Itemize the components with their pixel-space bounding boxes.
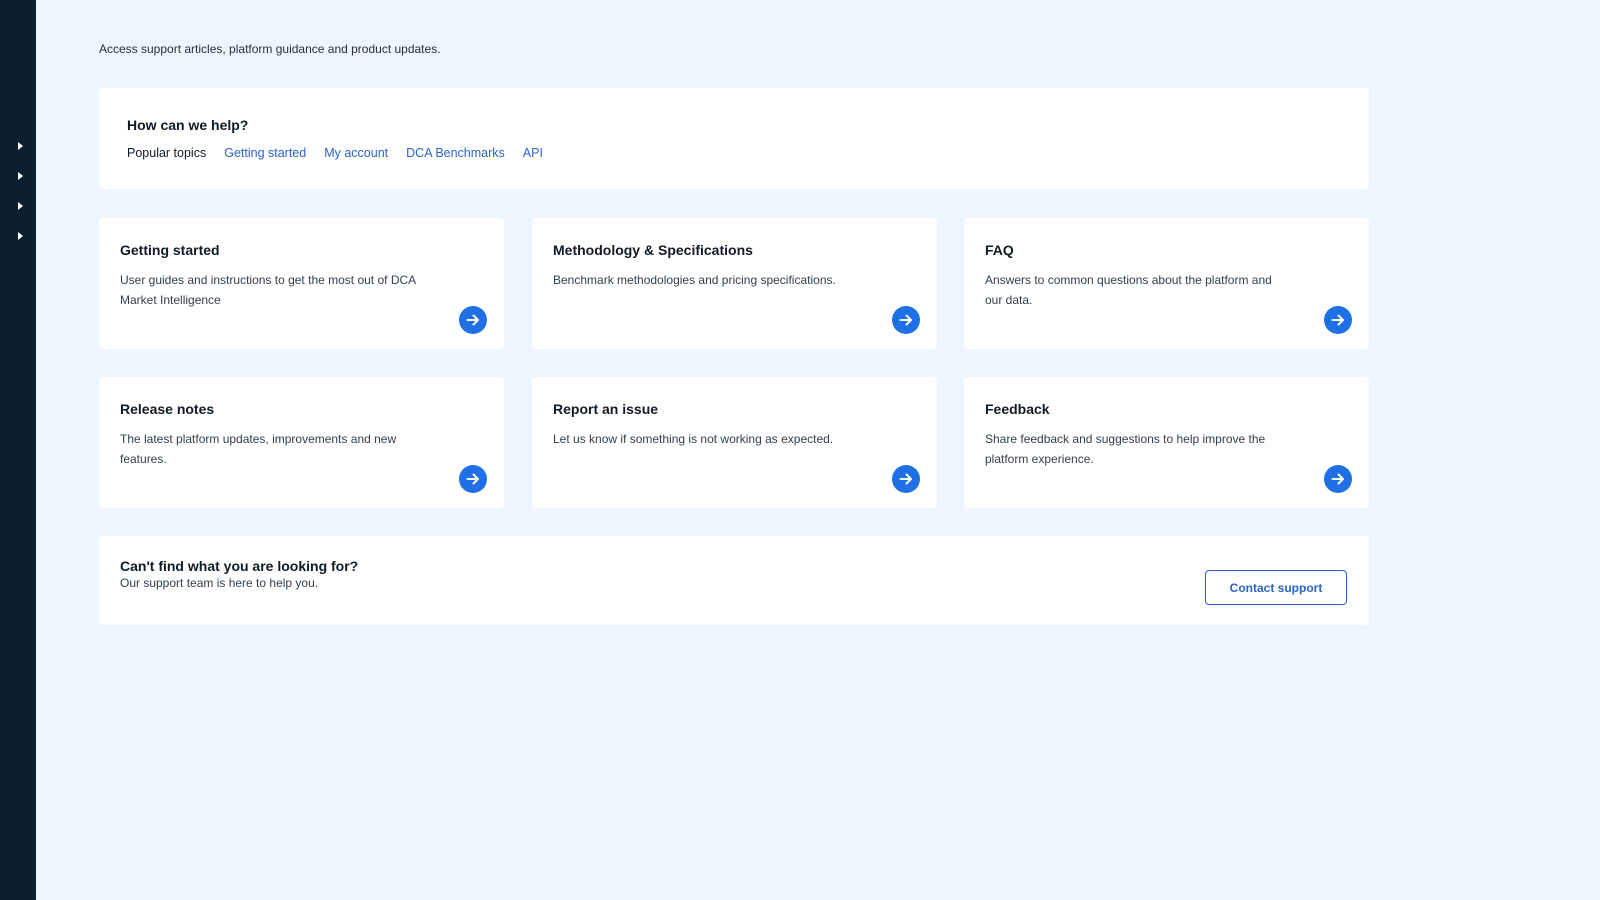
card-methodology-specifications[interactable]: Methodology & Specifications Benchmark m… bbox=[532, 218, 937, 349]
card-description: Answers to common questions about the pl… bbox=[985, 273, 1272, 307]
topic-link-api[interactable]: API bbox=[523, 146, 543, 160]
card-feedback[interactable]: Feedback Share feedback and suggestions … bbox=[964, 377, 1369, 508]
caret-right-icon bbox=[17, 202, 23, 210]
card-report-an-issue[interactable]: Report an issue Let us know if something… bbox=[532, 377, 937, 508]
card-title: Release notes bbox=[120, 401, 215, 417]
page-intro-text: Access support articles, platform guidan… bbox=[99, 42, 441, 56]
card-description: User guides and instructions to get the … bbox=[120, 273, 416, 307]
contact-support-panel: Can't find what you are looking for? Our… bbox=[99, 536, 1369, 625]
popular-topics: Popular topics Getting started My accoun… bbox=[127, 146, 543, 160]
arrow-right-icon[interactable] bbox=[892, 306, 920, 334]
card-title: Feedback bbox=[985, 401, 1050, 417]
arrow-right-icon[interactable] bbox=[459, 465, 487, 493]
sidebar-expand-item-4[interactable] bbox=[0, 224, 36, 248]
card-description: Benchmark methodologies and pricing spec… bbox=[553, 273, 836, 287]
card-release-notes[interactable]: Release notes The latest platform update… bbox=[99, 377, 504, 508]
card-description: Share feedback and suggestions to help i… bbox=[985, 432, 1266, 466]
card-faq[interactable]: FAQ Answers to common questions about th… bbox=[964, 218, 1369, 349]
sidebar bbox=[0, 0, 36, 900]
caret-right-icon bbox=[17, 172, 23, 180]
card-title: Getting started bbox=[120, 242, 220, 258]
topic-link-my-account[interactable]: My account bbox=[324, 146, 388, 160]
sidebar-expand-item-2[interactable] bbox=[0, 164, 36, 188]
arrow-right-icon[interactable] bbox=[459, 306, 487, 334]
arrow-right-icon[interactable] bbox=[1324, 465, 1352, 493]
sidebar-expand-item-1[interactable] bbox=[0, 134, 36, 158]
contact-panel-subtitle: Our support team is here to help you. bbox=[120, 576, 319, 590]
card-description: Let us know if something is not working … bbox=[553, 432, 834, 446]
help-search-panel: How can we help? Popular topics Getting … bbox=[99, 88, 1369, 189]
arrow-right-icon[interactable] bbox=[892, 465, 920, 493]
main-content: Access support articles, platform guidan… bbox=[99, 0, 1369, 900]
topic-link-getting-started[interactable]: Getting started bbox=[224, 146, 306, 160]
topic-link-dca-benchmarks[interactable]: DCA Benchmarks bbox=[406, 146, 505, 160]
arrow-right-icon[interactable] bbox=[1324, 306, 1352, 334]
card-getting-started[interactable]: Getting started User guides and instruct… bbox=[99, 218, 504, 349]
popular-topics-label: Popular topics bbox=[127, 146, 207, 160]
contact-support-button[interactable]: Contact support bbox=[1205, 570, 1347, 605]
caret-right-icon bbox=[17, 142, 23, 150]
help-title: How can we help? bbox=[127, 117, 249, 133]
sidebar-expand-item-3[interactable] bbox=[0, 194, 36, 218]
card-title: Report an issue bbox=[553, 401, 659, 417]
contact-panel-title: Can't find what you are looking for? bbox=[120, 558, 359, 574]
card-title: FAQ bbox=[985, 242, 1014, 258]
card-description: The latest platform updates, improvement… bbox=[120, 432, 397, 466]
caret-right-icon bbox=[17, 232, 23, 240]
card-title: Methodology & Specifications bbox=[553, 242, 753, 258]
